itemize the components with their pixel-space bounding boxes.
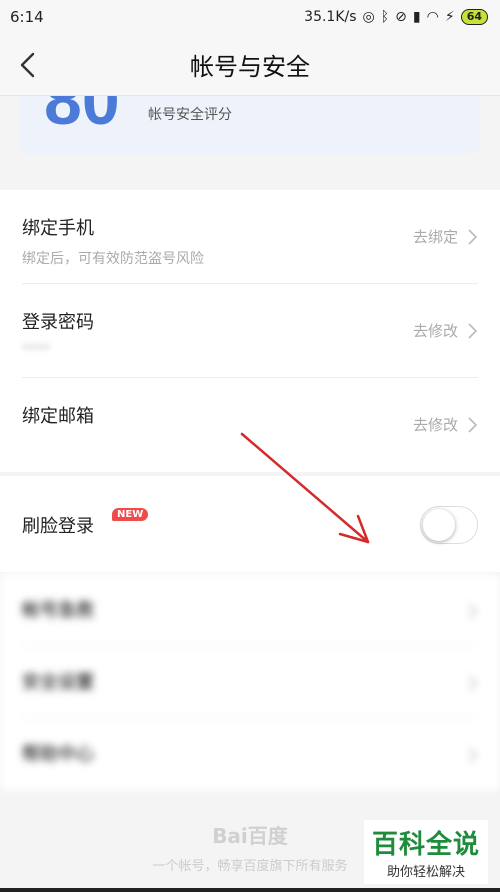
charging-icon: ⚡	[444, 9, 455, 25]
watermark: 百科全说 助你轻松解决	[363, 820, 488, 884]
bind-email-action: 去修改	[412, 416, 458, 434]
battery-icon: 64	[460, 9, 488, 25]
status-time: 6:14	[10, 8, 44, 26]
bind-phone-action: 去绑定	[412, 228, 458, 246]
bluetooth-icon: ᛒ	[380, 9, 390, 25]
new-badge: NEW	[112, 508, 149, 521]
mute-icon: ⊘	[395, 9, 407, 25]
bind-email-title: 绑定邮箱	[22, 406, 94, 427]
signal-icon: ▮	[412, 9, 421, 25]
status-bar: 6:14 35.1K/s ◎ ᛒ ⊘ ▮ ◠ ⚡ 64	[0, 0, 500, 34]
security-score-value: 80	[44, 96, 120, 139]
login-password-action: 去修改	[412, 322, 458, 340]
help-center-row[interactable]: 帮助中心	[22, 718, 478, 790]
alarm-icon: ◎	[362, 9, 375, 25]
security-settings-row[interactable]: 安全设置	[22, 646, 478, 718]
bind-phone-subtitle: 绑定后，可有效防范盗号风险	[22, 251, 204, 267]
help-center-title: 帮助中心	[22, 744, 94, 765]
bottom-edge	[0, 888, 500, 892]
chevron-right-icon	[468, 417, 478, 433]
more-section: 帐号急救 安全设置 帮助中心	[0, 574, 500, 790]
chevron-right-icon	[468, 323, 478, 339]
nav-bar: 帐号与安全	[0, 34, 500, 96]
chevron-right-icon	[468, 229, 478, 245]
watermark-sub: 助你轻松解决	[386, 865, 465, 880]
network-speed: 35.1K/s	[304, 9, 357, 25]
annotation-arrow-icon	[240, 432, 370, 544]
face-login-toggle[interactable]	[420, 506, 478, 544]
security-score-card[interactable]: 80 帐号安全评分	[20, 96, 480, 154]
toggle-knob	[423, 509, 455, 541]
login-password-title: 登录密码	[22, 312, 94, 333]
wifi-icon: ◠	[426, 9, 439, 25]
account-rescue-row[interactable]: 帐号急救	[22, 574, 478, 646]
security-settings-title: 安全设置	[22, 672, 94, 693]
bind-phone-title: 绑定手机	[22, 218, 94, 239]
chevron-right-icon	[468, 675, 478, 691]
back-button[interactable]	[14, 50, 44, 80]
page-title: 帐号与安全	[190, 53, 310, 81]
face-login-title: 刷脸登录	[22, 516, 94, 537]
login-password-row[interactable]: 登录密码 **** 去修改	[22, 284, 478, 378]
login-password-subtitle: ****	[22, 342, 50, 358]
bind-phone-row[interactable]: 绑定手机 绑定后，可有效防范盗号风险 去绑定	[22, 190, 478, 284]
security-score-label: 帐号安全评分	[148, 107, 232, 123]
chevron-right-icon	[468, 603, 478, 619]
chevron-left-icon	[20, 52, 35, 78]
account-rescue-title: 帐号急救	[22, 600, 94, 621]
watermark-main: 百科全说	[371, 830, 480, 860]
chevron-right-icon	[468, 747, 478, 763]
status-right: 35.1K/s ◎ ᛒ ⊘ ▮ ◠ ⚡ 64	[304, 9, 488, 25]
